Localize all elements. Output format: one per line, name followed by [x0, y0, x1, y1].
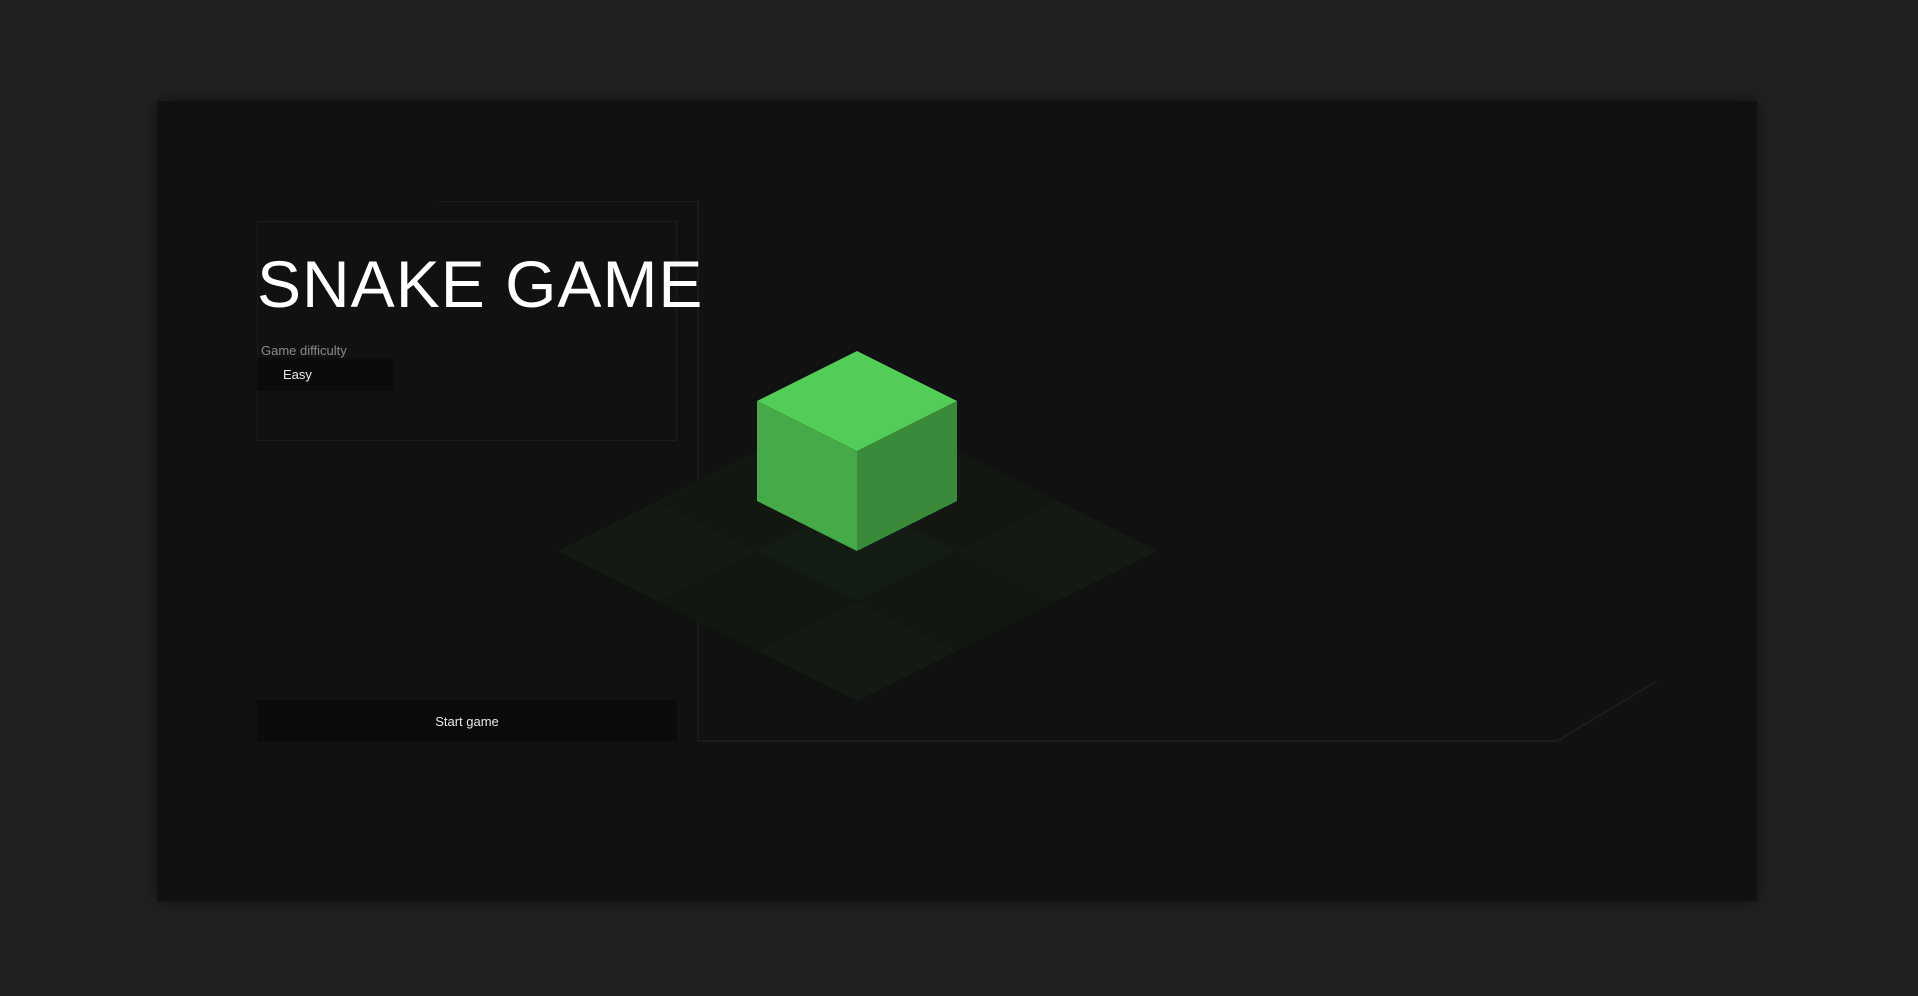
game-frame: SNAKE GAME Game difficulty Easy Start ga… — [157, 101, 1757, 901]
game-board — [557, 351, 1658, 742]
